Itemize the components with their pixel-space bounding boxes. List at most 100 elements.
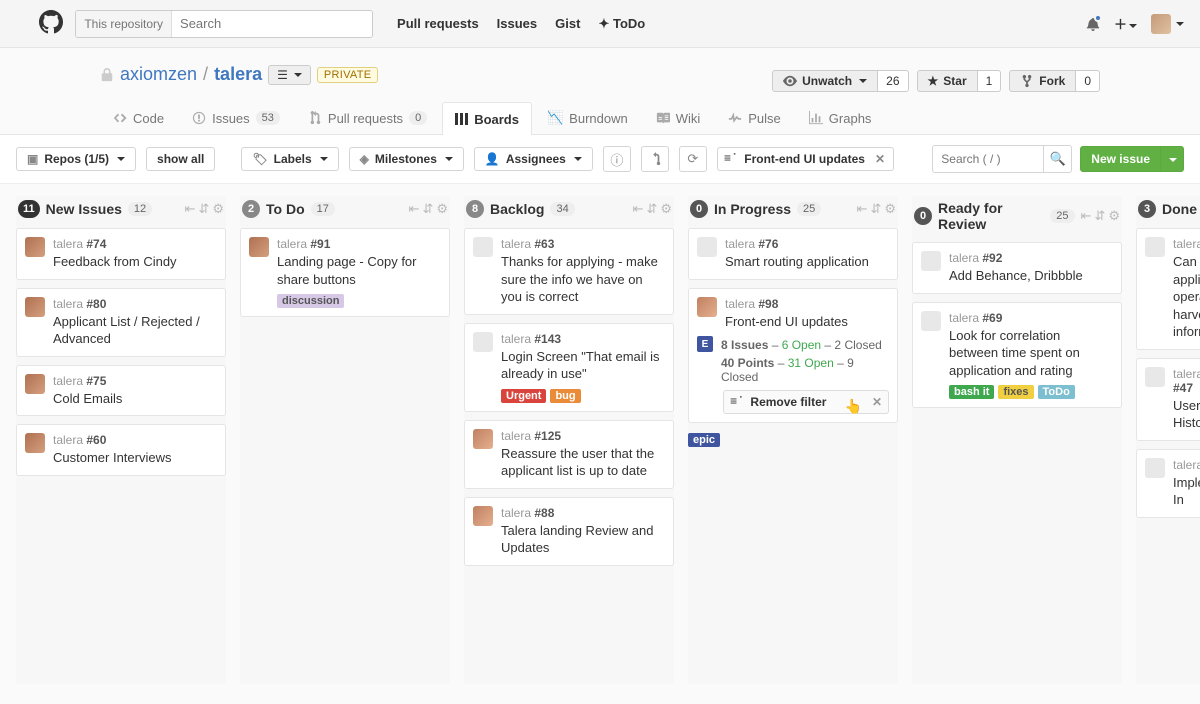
gear-icon[interactable]: ⚙ bbox=[1108, 208, 1120, 224]
star-button[interactable]: ★ Star bbox=[917, 70, 978, 92]
sort-icon[interactable]: ⇵ bbox=[1094, 208, 1105, 224]
card-title: Implement In bbox=[1173, 474, 1200, 509]
collapse-icon[interactable]: ⇤ bbox=[857, 201, 868, 217]
issue-card[interactable]: talera #88 Talera landing Review and Upd… bbox=[464, 497, 674, 566]
column-tools: ⇤ ⇵ ⚙ bbox=[409, 201, 448, 217]
sort-icon[interactable]: ⇵ bbox=[422, 201, 433, 217]
labels-filter-button[interactable]: 🏷Labels bbox=[241, 147, 338, 171]
issue-card[interactable]: talera #75 Cold Emails bbox=[16, 365, 226, 417]
fork-button[interactable]: Fork bbox=[1009, 70, 1076, 92]
create-menu-icon[interactable]: ＋ bbox=[1114, 14, 1137, 33]
notifications-icon[interactable] bbox=[1086, 16, 1100, 32]
column-count: 17 bbox=[311, 202, 335, 216]
board-picker-button[interactable]: ☰ bbox=[268, 65, 311, 85]
milestone-icon: ◈ bbox=[360, 152, 369, 166]
assignee-avatar bbox=[1145, 367, 1165, 387]
issue-card[interactable]: talera #91 Landing page - Copy for share… bbox=[240, 228, 450, 317]
column-tools: ⇤ ⇵ ⚙ bbox=[857, 201, 896, 217]
tab-burndown[interactable]: 📉Burndown bbox=[534, 101, 641, 134]
issue-card[interactable]: talera #70 Implement In bbox=[1136, 449, 1200, 518]
star-count[interactable]: 1 bbox=[978, 70, 1002, 92]
issue-card[interactable]: talera #80 Applicant List / Rejected / A… bbox=[16, 288, 226, 357]
card-meta: talera #74 bbox=[53, 237, 217, 251]
issue-card[interactable]: talera #76 Smart routing application bbox=[688, 228, 898, 280]
user-menu[interactable] bbox=[1151, 14, 1184, 34]
watch-count[interactable]: 26 bbox=[878, 70, 908, 92]
close-icon[interactable]: ✕ bbox=[872, 395, 882, 409]
refresh-button[interactable]: ⟳ bbox=[679, 146, 707, 172]
assignee-avatar bbox=[25, 374, 45, 394]
issue-card[interactable]: talera #63 Thanks for applying - make su… bbox=[464, 228, 674, 315]
sort-icon[interactable]: ⇵ bbox=[198, 201, 209, 217]
search-scope[interactable]: This repository bbox=[76, 11, 172, 37]
tab-pull-requests[interactable]: Pull requests0 bbox=[295, 101, 440, 134]
assignees-filter-button[interactable]: 👤Assignees bbox=[474, 147, 593, 171]
assignee-avatar bbox=[473, 332, 493, 352]
tab-wiki[interactable]: Wiki bbox=[643, 101, 714, 134]
gear-icon[interactable]: ⚙ bbox=[660, 201, 672, 217]
search-input[interactable] bbox=[172, 11, 372, 37]
issue-card[interactable]: talera #74 Feedback from Cindy bbox=[16, 228, 226, 280]
new-issue-dropdown[interactable] bbox=[1160, 147, 1183, 171]
nav-todo[interactable]: ✦ ToDo bbox=[598, 16, 645, 32]
label-epic[interactable]: epic bbox=[688, 433, 720, 447]
info-button[interactable]: ⓘ bbox=[603, 146, 631, 172]
repo-owner[interactable]: axiomzen bbox=[120, 64, 197, 85]
merge-button[interactable] bbox=[641, 146, 669, 172]
board: 11 New Issues 12 ⇤ ⇵ ⚙ talera #74 Feedba… bbox=[0, 184, 1200, 704]
collapse-icon[interactable]: ⇤ bbox=[185, 201, 196, 217]
epic-card[interactable]: talera #98 Front-end UI updates E 8 Issu… bbox=[688, 288, 898, 424]
issue-card[interactable]: talera #60 Customer Interviews bbox=[16, 424, 226, 476]
clear-filter-button[interactable]: ✕ bbox=[875, 152, 885, 166]
column-header: 8 Backlog 34 ⇤ ⇵ ⚙ bbox=[464, 196, 674, 228]
fork-count[interactable]: 0 bbox=[1076, 70, 1100, 92]
label-fixes[interactable]: fixes bbox=[998, 385, 1033, 399]
tab-code[interactable]: Code bbox=[100, 101, 177, 134]
show-all-button[interactable]: show all bbox=[146, 147, 215, 171]
card-meta: talera #80 bbox=[53, 297, 217, 311]
gear-icon[interactable]: ⚙ bbox=[212, 201, 224, 217]
sort-icon[interactable]: ⇵ bbox=[646, 201, 657, 217]
issue-card[interactable]: talera #73 Can applicants operate to har… bbox=[1136, 228, 1200, 350]
nav-gist[interactable]: Gist bbox=[555, 16, 580, 32]
card-title: Can applicants operate to harvest their … bbox=[1173, 253, 1200, 341]
issue-card[interactable]: talera #47 User History bbox=[1136, 358, 1200, 441]
column-header: 3 Done ⇤ ⇵ ⚙ bbox=[1136, 196, 1200, 228]
nav-issues[interactable]: Issues bbox=[497, 16, 537, 32]
milestones-filter-button[interactable]: ◈Milestones bbox=[349, 147, 464, 171]
issue-card[interactable]: talera #92 Add Behance, Dribbble bbox=[912, 242, 1122, 294]
card-title: Smart routing application bbox=[725, 253, 889, 271]
sort-icon[interactable]: ⇵ bbox=[870, 201, 881, 217]
gear-icon[interactable]: ⚙ bbox=[436, 201, 448, 217]
global-search[interactable]: This repository bbox=[75, 10, 373, 38]
board-search[interactable]: 🔍 bbox=[932, 145, 1072, 173]
tab-graphs[interactable]: Graphs bbox=[796, 101, 885, 134]
issue-card[interactable]: talera #125 Reassure the user that the a… bbox=[464, 420, 674, 489]
column-count: 25 bbox=[1050, 209, 1074, 223]
board-search-input[interactable] bbox=[933, 152, 1043, 166]
tab-boards[interactable]: Boards bbox=[442, 102, 532, 135]
collapse-icon[interactable]: ⇤ bbox=[633, 201, 644, 217]
nav-pull-requests[interactable]: Pull requests bbox=[397, 16, 479, 32]
label-bashit[interactable]: bash it bbox=[949, 385, 994, 399]
tab-issues[interactable]: Issues53 bbox=[179, 101, 293, 134]
issue-card[interactable]: talera #143 Login Screen "That email is … bbox=[464, 323, 674, 412]
card-meta: talera #125 bbox=[501, 429, 665, 443]
collapse-icon[interactable]: ⇤ bbox=[409, 201, 420, 217]
issue-card[interactable]: talera #69 Look for correlation between … bbox=[912, 302, 1122, 409]
gear-icon[interactable]: ⚙ bbox=[884, 201, 896, 217]
label-bug[interactable]: bug bbox=[550, 389, 580, 403]
label-urgent[interactable]: Urgent bbox=[501, 389, 546, 403]
label-todo[interactable]: ToDo bbox=[1038, 385, 1075, 399]
new-issue-button[interactable]: New issue bbox=[1080, 146, 1184, 172]
repo-name[interactable]: talera bbox=[214, 64, 262, 85]
label-discussion[interactable]: discussion bbox=[277, 294, 344, 308]
github-logo-icon[interactable] bbox=[39, 10, 63, 37]
tab-pulse[interactable]: Pulse bbox=[715, 101, 794, 134]
unwatch-button[interactable]: Unwatch bbox=[772, 70, 878, 92]
card-title: Thanks for applying - make sure the info… bbox=[501, 253, 665, 306]
search-icon[interactable]: 🔍 bbox=[1043, 146, 1071, 172]
collapse-icon[interactable]: ⇤ bbox=[1081, 208, 1092, 224]
remove-filter-button[interactable]: ≡˙ Remove filter ✕ 👆 bbox=[723, 390, 889, 414]
repos-filter-button[interactable]: ▣Repos (1/5) bbox=[16, 147, 136, 171]
